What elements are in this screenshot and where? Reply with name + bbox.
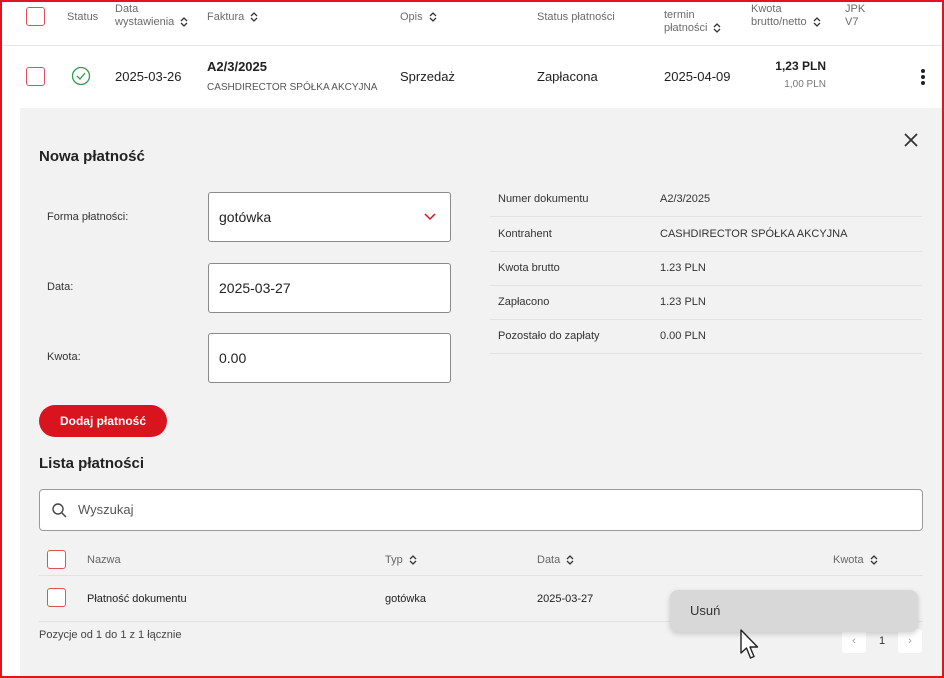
invoice-description: Sprzedaż (400, 69, 455, 84)
sort-icon[interactable] (870, 555, 878, 566)
check-circle-icon (71, 66, 91, 86)
list-column-data[interactable]: Data (537, 554, 574, 566)
invoice-row[interactable]: 2025-03-26 A2/3/2025 CASHDIRECTOR SPÓŁKA… (2, 46, 942, 108)
info-value: 1.23 PLN (660, 262, 706, 274)
invoice-table-header: Status Data wystawienia Faktura Opis Sta… (2, 2, 942, 46)
payment-amount-value: 0.00 (219, 350, 247, 366)
info-label: Numer dokumentu (498, 193, 589, 205)
list-column-typ[interactable]: Typ (385, 554, 417, 566)
info-row-pozostalo: Pozostało do zapłaty 0.00 PLN (490, 319, 922, 354)
sort-icon[interactable] (250, 12, 258, 23)
column-kwota[interactable]: Kwota brutto/netto (751, 3, 821, 29)
column-termin-label: termin płatności (664, 9, 708, 34)
column-kwota-label: Kwota brutto/netto (751, 3, 807, 28)
column-status-platnosci: Status płatności (537, 11, 615, 23)
new-payment-panel: Nowa płatność Forma płatności: gotówka D… (20, 108, 942, 676)
add-payment-button[interactable]: Dodaj płatność (39, 405, 167, 437)
info-label: Kontrahent (498, 228, 552, 240)
list-select-all-checkbox[interactable] (47, 550, 66, 569)
list-column-kwota[interactable]: Kwota (833, 554, 878, 566)
info-label: Zapłacono (498, 296, 550, 308)
info-row-zaplacono: Zapłacono 1.23 PLN (490, 285, 922, 320)
sort-icon[interactable] (713, 23, 721, 34)
search-input[interactable]: Wyszukaj (39, 489, 923, 531)
info-value: 0.00 PLN (660, 330, 706, 342)
list-column-nazwa: Nazwa (87, 554, 121, 566)
previous-page-button[interactable]: ‹ (842, 629, 866, 653)
payment-row-checkbox[interactable] (47, 588, 66, 607)
pagination-summary: Pozycje od 1 do 1 z 1 łącznie (39, 629, 182, 641)
invoice-number[interactable]: A2/3/2025 (207, 59, 267, 74)
amount-net: 1,00 PLN (784, 79, 826, 90)
sort-icon[interactable] (566, 555, 574, 566)
invoice-company: CASHDIRECTOR SPÓŁKA AKCYJNA (207, 82, 378, 93)
page-number[interactable]: 1 (870, 629, 894, 653)
sort-icon[interactable] (813, 17, 821, 28)
column-termin-platnosci[interactable]: termin płatności (664, 9, 724, 35)
invoice-date: 2025-03-26 (115, 69, 182, 84)
payment-method-select[interactable]: gotówka (208, 192, 451, 242)
list-column-typ-label: Typ (385, 554, 403, 566)
column-faktura[interactable]: Faktura (207, 11, 258, 24)
info-value: 1.23 PLN (660, 296, 706, 308)
column-status: Status (67, 11, 99, 23)
sort-icon[interactable] (409, 555, 417, 566)
info-label: Pozostało do zapłaty (498, 330, 600, 342)
payment-date-value: 2025-03-27 (219, 280, 291, 296)
next-page-button[interactable]: › (898, 629, 922, 653)
kwota-label: Kwota: (47, 351, 81, 363)
context-menu: Usuń (670, 590, 918, 632)
chevron-right-icon: › (908, 635, 912, 647)
info-value: A2/3/2025 (660, 193, 711, 205)
data-label: Data: (47, 281, 74, 293)
info-label: Kwota brutto (498, 262, 560, 274)
row-checkbox[interactable] (26, 67, 45, 86)
payment-type: gotówka (385, 593, 426, 605)
sort-icon[interactable] (180, 17, 188, 28)
payment-name: Płatność dokumentu (87, 593, 187, 605)
column-opis[interactable]: Opis (400, 11, 437, 24)
forma-platnosci-label: Forma płatności: (47, 211, 129, 223)
column-faktura-label: Faktura (207, 11, 245, 23)
info-value: CASHDIRECTOR SPÓŁKA AKCYJNA (660, 228, 848, 240)
new-payment-title: Nowa płatność (39, 148, 145, 165)
info-row-numer: Numer dokumentu A2/3/2025 (490, 182, 922, 217)
column-data-wystawienia-label: Data wystawienia (115, 3, 175, 28)
payment-amount-field[interactable]: 0.00 (208, 333, 451, 383)
column-opis-label: Opis (400, 11, 423, 23)
amount-gross: 1,23 PLN (775, 59, 826, 73)
search-icon (52, 503, 67, 518)
info-row-kontrahent: Kontrahent CASHDIRECTOR SPÓŁKA AKCYJNA (490, 217, 922, 252)
payments-list-title: Lista płatności (39, 455, 145, 472)
list-column-kwota-label: Kwota (833, 554, 864, 566)
column-jpk: JPK V7 (845, 3, 866, 28)
kebab-menu-icon[interactable] (920, 68, 926, 86)
payment-method-value: gotówka (219, 209, 272, 225)
list-header-divider (39, 575, 923, 576)
chevron-left-icon: ‹ (852, 635, 856, 647)
payment-date-field[interactable]: 2025-03-27 (208, 263, 451, 313)
search-placeholder: Wyszukaj (78, 502, 134, 517)
column-data-wystawienia[interactable]: Data wystawienia (115, 3, 195, 29)
mouse-pointer-icon (740, 629, 759, 659)
delete-menu-item[interactable]: Usuń (690, 590, 720, 632)
info-row-kwota-brutto: Kwota brutto 1.23 PLN (490, 251, 922, 286)
sort-icon[interactable] (429, 12, 437, 23)
payment-date: 2025-03-27 (537, 593, 594, 605)
select-all-checkbox[interactable] (26, 7, 45, 26)
due-date: 2025-04-09 (664, 69, 731, 84)
chevron-down-icon (424, 213, 436, 221)
app-frame: Status Data wystawienia Faktura Opis Sta… (0, 0, 944, 678)
payment-status: Zapłacona (537, 69, 598, 84)
close-icon[interactable] (903, 132, 919, 148)
list-column-data-label: Data (537, 554, 561, 566)
